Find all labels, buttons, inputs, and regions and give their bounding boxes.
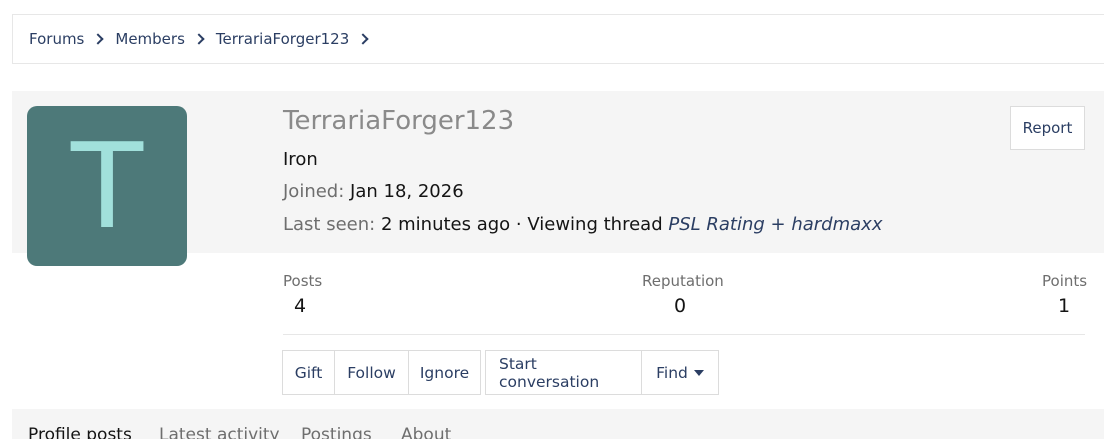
follow-button[interactable]: Follow	[335, 351, 409, 394]
find-button[interactable]: Find	[642, 351, 718, 394]
reputation-value: 0	[674, 295, 687, 317]
points-value[interactable]: 1	[1058, 295, 1070, 317]
points-label: Points	[1042, 272, 1088, 290]
avatar[interactable]: T	[27, 106, 187, 266]
caret-down-icon	[693, 369, 704, 376]
user-rank: Iron	[283, 149, 318, 170]
report-button[interactable]: Report	[1010, 106, 1085, 150]
chevron-right-icon	[357, 33, 369, 45]
joined-label: Joined:	[283, 181, 345, 202]
find-label: Find	[656, 363, 688, 382]
tab-about[interactable]: About	[401, 425, 451, 439]
member-actions-group: Gift Follow Ignore	[282, 350, 481, 395]
breadcrumb: Forums Members TerrariaForger123	[12, 14, 1104, 64]
stats-divider	[283, 334, 1085, 335]
breadcrumb-members[interactable]: Members	[115, 30, 185, 48]
tab-postings[interactable]: Postings	[301, 425, 372, 439]
gift-button[interactable]: Gift	[283, 351, 335, 394]
member-tools-group: Start conversation Find	[485, 350, 719, 395]
profile-tabs: Profile posts Latest activity Postings A…	[12, 409, 1104, 439]
joined-line: Joined: Jan 18, 2026	[283, 181, 464, 202]
reputation-label: Reputation	[642, 272, 724, 290]
page-title: TerrariaForger123	[283, 106, 515, 136]
last-seen-label: Last seen:	[283, 214, 376, 235]
breadcrumb-forums[interactable]: Forums	[29, 30, 84, 48]
chevron-right-icon	[92, 33, 105, 45]
breadcrumb-user[interactable]: TerrariaForger123	[216, 30, 349, 48]
last-seen-value: 2 minutes ago · Viewing thread	[380, 214, 663, 235]
joined-value: Jan 18, 2026	[350, 181, 464, 202]
tab-profile-posts[interactable]: Profile posts	[28, 425, 132, 439]
posts-value[interactable]: 4	[294, 295, 306, 317]
last-seen-line: Last seen: 2 minutes ago · Viewing threa…	[283, 214, 882, 235]
posts-label: Posts	[283, 272, 323, 290]
ignore-button[interactable]: Ignore	[409, 351, 480, 394]
start-conversation-button[interactable]: Start conversation	[486, 351, 642, 394]
tab-latest-activity[interactable]: Latest activity	[159, 425, 280, 439]
chevron-right-icon	[193, 33, 205, 45]
thread-link[interactable]: PSL Rating + hardmaxx	[668, 214, 882, 235]
